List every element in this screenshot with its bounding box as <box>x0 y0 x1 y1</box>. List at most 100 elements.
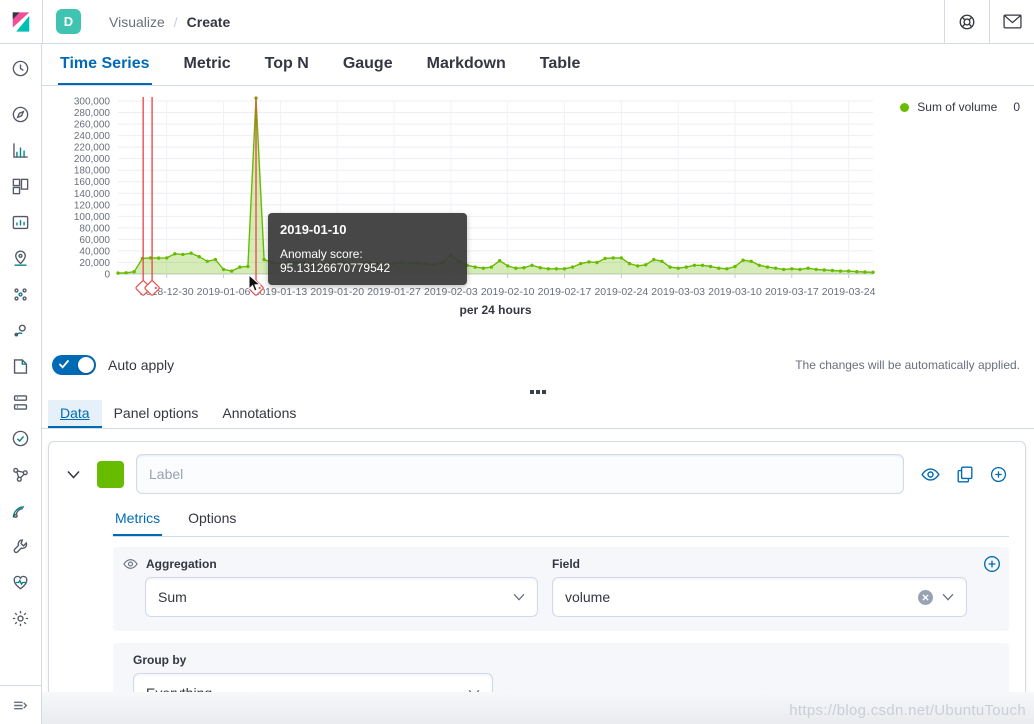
field-label: Field <box>552 557 581 571</box>
dev-tools-icon <box>13 538 28 553</box>
sidebar-item-monitoring[interactable] <box>0 564 42 600</box>
chart-tooltip: 2019-01-10 Anomaly score: 95.13126670779… <box>268 213 467 285</box>
svg-text:300,000: 300,000 <box>74 97 111 108</box>
sidebar-item-infrastructure[interactable] <box>0 384 42 420</box>
space-avatar[interactable]: D <box>56 9 81 34</box>
sidebar-item-visualize[interactable] <box>0 132 42 168</box>
top-header: D Visualize / Create <box>0 0 1034 44</box>
chevron-down-icon <box>513 593 525 601</box>
editor-tab-panel-options[interactable]: Panel options <box>102 400 211 428</box>
eye-icon <box>123 559 138 569</box>
breadcrumb-page: Create <box>186 13 231 30</box>
svg-text:2019-01-27: 2019-01-27 <box>367 286 421 298</box>
dashboard-icon <box>12 178 29 194</box>
editor-tabs: Data Panel options Annotations <box>42 400 1034 429</box>
sidebar-item-recently-viewed[interactable] <box>0 50 42 86</box>
viz-tab-metric[interactable]: Metric <box>182 44 233 85</box>
aggregation-select[interactable]: Sum <box>145 577 538 617</box>
sidebar-item-machine-learning[interactable] <box>0 276 42 312</box>
viz-tab-time-series[interactable]: Time Series <box>58 44 152 85</box>
kibana-logo[interactable] <box>0 0 43 43</box>
auto-apply-row: Auto apply The changes will be automatic… <box>42 346 1034 384</box>
viz-tab-table[interactable]: Table <box>538 44 583 85</box>
sidebar-item-dev-tools[interactable] <box>0 528 42 564</box>
group-by-label: Group by <box>133 653 187 667</box>
sidebar-item-dashboard[interactable] <box>0 168 42 204</box>
kibana-app: D Visualize / Create Time Series Metric … <box>0 0 1034 724</box>
canvas-icon <box>12 215 29 229</box>
editor-tab-annotations[interactable]: Annotations <box>210 400 308 428</box>
copy-icon <box>957 465 973 483</box>
add-metric-button[interactable] <box>983 555 1001 573</box>
kibana-logo-icon <box>12 11 30 32</box>
series-tab-options[interactable]: Options <box>186 504 238 536</box>
sidebar-item-graph[interactable] <box>0 312 42 348</box>
graph-icon <box>14 324 26 337</box>
sidebar-item-canvas[interactable] <box>0 204 42 240</box>
svg-text:100,000: 100,000 <box>74 212 111 223</box>
field-column: Field volume <box>552 557 967 617</box>
series-color-swatch[interactable] <box>97 460 124 488</box>
panel-resize-handle[interactable] <box>524 387 552 397</box>
visualize-icon <box>13 142 28 158</box>
maps-icon <box>14 249 27 266</box>
time-series-chart[interactable]: 020,00040,00060,00080,000100,000120,0001… <box>42 86 1034 336</box>
sidebar-collapse-button[interactable] <box>0 685 42 724</box>
management-icon <box>12 610 29 626</box>
chart-area: 0 20,000 40,000 60,000 80,000 100,000 120,000 1… <box>42 86 1034 346</box>
toggle-knob <box>78 357 94 373</box>
svg-text:2019-01-06: 2019-01-06 <box>197 286 251 298</box>
footer-strip: https://blog.csdn.net/UbuntuTouch <box>42 692 1034 724</box>
auto-apply-hint: The changes will be automatically applie… <box>795 358 1020 372</box>
viz-tab-top-n[interactable]: Top N <box>263 44 311 85</box>
watermark-text: https://blog.csdn.net/UbuntuTouch <box>789 702 1026 719</box>
svg-text:240,000: 240,000 <box>74 131 111 142</box>
series-actions <box>921 465 1007 483</box>
add-series-button[interactable] <box>990 466 1007 483</box>
sidebar-item-maps[interactable] <box>0 240 42 276</box>
newsfeed-button[interactable] <box>989 0 1034 43</box>
check-icon <box>59 360 69 369</box>
svg-text:2019-01-20: 2019-01-20 <box>310 286 364 298</box>
svg-text:2019-02-17: 2019-02-17 <box>538 286 592 298</box>
svg-text:80,000: 80,000 <box>79 223 110 234</box>
sidebar-item-discover[interactable] <box>0 96 42 132</box>
resize-handle-row <box>42 384 1034 400</box>
plus-circle-icon <box>990 466 1007 482</box>
clone-series-button[interactable] <box>957 465 973 483</box>
sidebar-item-saved-objects[interactable] <box>0 348 42 384</box>
series-collapse-button[interactable] <box>61 462 85 486</box>
logs-icon <box>12 505 25 518</box>
metric-visibility-button[interactable] <box>123 558 138 570</box>
svg-text:60,000: 60,000 <box>79 235 110 246</box>
sidebar-item-management[interactable] <box>0 600 42 636</box>
viz-type-tabs: Time Series Metric Top N Gauge Markdown Table <box>42 44 1034 86</box>
series-label-input[interactable] <box>136 454 904 494</box>
legend-series-dot <box>900 102 910 112</box>
aggregation-panel: Aggregation Sum Field volume <box>113 547 1009 631</box>
sidebar-item-uptime[interactable] <box>0 420 42 456</box>
breadcrumb-section[interactable]: Visualize <box>109 14 165 30</box>
toggle-series-visibility-button[interactable] <box>921 467 940 482</box>
series-inner-tabs: Metrics Options <box>113 504 1009 537</box>
field-clear-button[interactable] <box>918 589 933 605</box>
sidebar-item-apm[interactable] <box>0 456 42 492</box>
field-value: volume <box>565 589 611 605</box>
viz-tab-gauge[interactable]: Gauge <box>341 44 395 85</box>
help-button[interactable] <box>944 0 989 43</box>
series-tab-metrics[interactable]: Metrics <box>113 504 163 536</box>
main-content: Time Series Metric Top N Gauge Markdown Table… <box>42 44 1034 724</box>
svg-text:0: 0 <box>104 270 110 281</box>
chart-legend[interactable]: Sum of volume 0 <box>900 100 1020 114</box>
viz-tab-markdown[interactable]: Markdown <box>425 44 508 85</box>
editor-tab-data[interactable]: Data <box>48 400 102 428</box>
saved-objects-icon <box>13 358 28 374</box>
tooltip-anomaly-score: Anomaly score: 95.13126670779542 <box>280 247 391 275</box>
chevron-down-icon <box>942 593 954 601</box>
sidebar-item-logs[interactable] <box>0 492 42 528</box>
breadcrumb: Visualize / Create <box>109 14 230 30</box>
svg-text:260,000: 260,000 <box>74 120 111 131</box>
field-combobox[interactable]: volume <box>552 577 967 617</box>
aggregation-column: Aggregation Sum <box>123 557 538 617</box>
auto-apply-toggle[interactable] <box>52 355 96 375</box>
